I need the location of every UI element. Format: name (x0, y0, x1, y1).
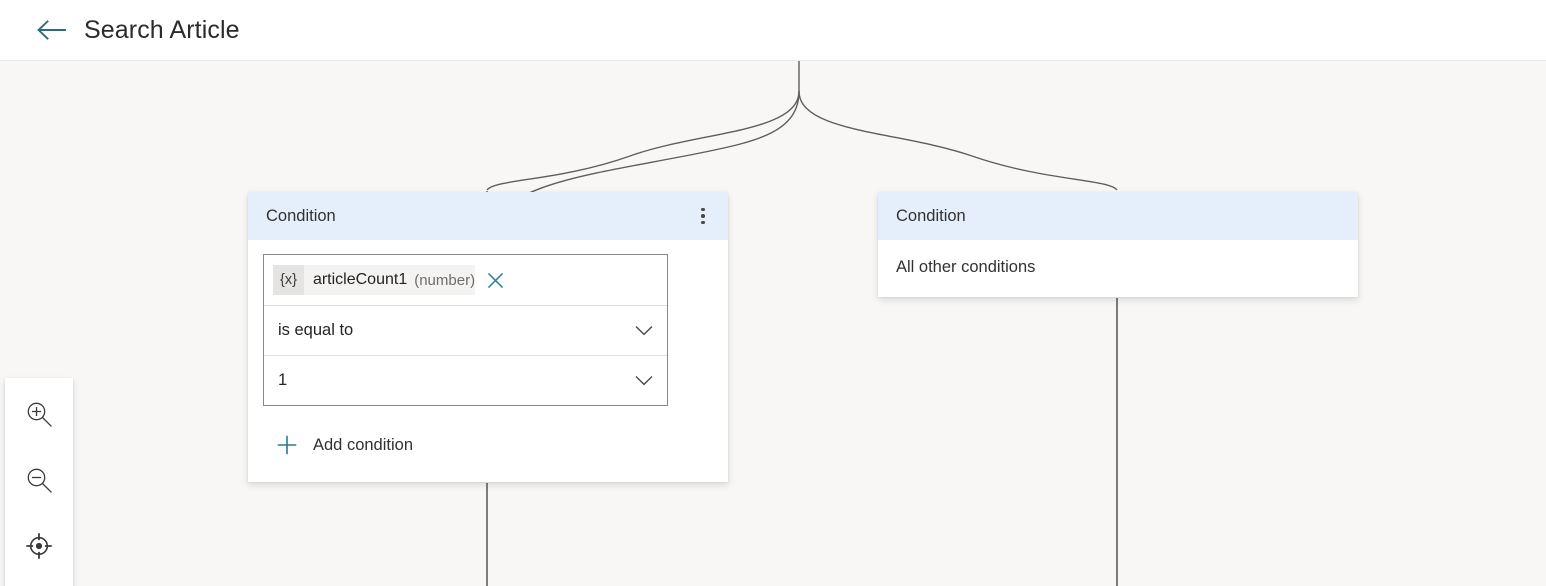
condition-value-text: 1 (273, 371, 633, 390)
more-vertical-icon[interactable] (690, 201, 716, 231)
zoom-out-icon (24, 465, 54, 498)
else-condition-node-title: Condition (896, 207, 1346, 226)
else-condition-body-text: All other conditions (878, 240, 1358, 297)
chevron-down-icon[interactable] (633, 320, 655, 342)
condition-node-title: Condition (266, 207, 690, 226)
add-condition-button[interactable]: Add condition (276, 428, 413, 462)
flow-designer-screen: Search Article Condition (0, 0, 1546, 586)
crosshair-target-icon (24, 531, 54, 564)
zoom-out-button[interactable] (15, 457, 63, 505)
zoom-controls-panel (5, 378, 73, 586)
back-button[interactable] (28, 10, 74, 50)
variable-name: articleCount1 (304, 271, 407, 289)
variable-token[interactable]: {x} articleCount1 (number) (273, 265, 475, 295)
variable-sigil-icon: {x} (273, 265, 304, 295)
variable-type: (number) (407, 272, 475, 289)
add-condition-label: Add condition (313, 436, 413, 455)
condition-operator-dropdown[interactable]: is equal to (264, 305, 667, 355)
else-condition-node-header: Condition (878, 192, 1358, 240)
zoom-in-icon (24, 399, 54, 432)
close-icon[interactable] (481, 265, 509, 295)
arrow-left-icon (36, 19, 66, 41)
condition-value-dropdown[interactable]: 1 (264, 355, 667, 405)
connector-edges (0, 61, 1546, 586)
zoom-in-button[interactable] (15, 391, 63, 439)
flow-canvas[interactable]: Condition {x} articleCount1 (number) (0, 61, 1546, 586)
fit-to-screen-button[interactable] (15, 523, 63, 571)
condition-operand-row[interactable]: {x} articleCount1 (number) (264, 255, 667, 305)
condition-node[interactable]: Condition {x} articleCount1 (number) (248, 192, 728, 482)
condition-node-header: Condition (248, 192, 728, 240)
condition-operator-value: is equal to (273, 321, 633, 340)
top-bar: Search Article (0, 0, 1546, 61)
condition-node-body: {x} articleCount1 (number) is equal to (248, 240, 728, 482)
plus-icon (276, 434, 298, 456)
page-title: Search Article (84, 18, 240, 43)
else-condition-node[interactable]: Condition All other conditions (878, 192, 1358, 297)
chevron-down-icon[interactable] (633, 370, 655, 392)
condition-field-group: {x} articleCount1 (number) is equal to (263, 254, 668, 406)
